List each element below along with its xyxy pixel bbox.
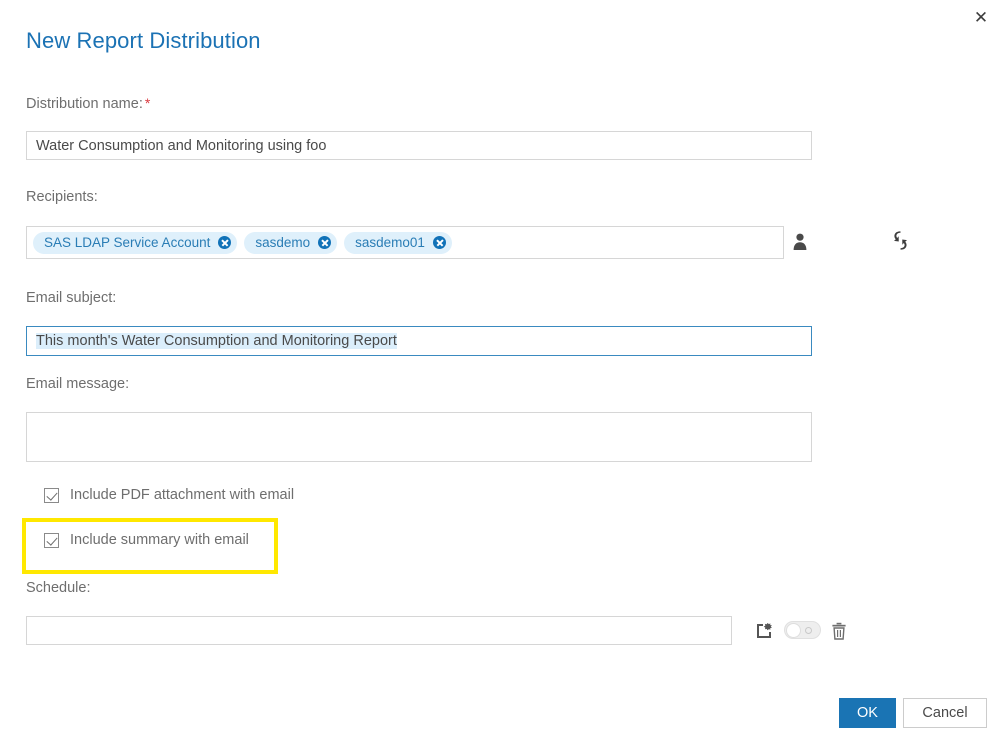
- checkbox-include-pdf-attachment[interactable]: Include PDF attachment with email: [44, 487, 294, 503]
- recipient-chip-label: sasdemo: [255, 235, 311, 250]
- remove-recipient-icon[interactable]: [318, 236, 332, 249]
- new-schedule-icon[interactable]: [753, 620, 775, 642]
- schedule-label: Schedule:: [26, 580, 91, 596]
- email-subject-value: This month's Water Consumption and Monit…: [36, 333, 397, 349]
- new-schedule-icon-glyph: [757, 623, 772, 638]
- email-message-label: Email message:: [26, 376, 130, 392]
- distribution-name-input[interactable]: [26, 131, 812, 160]
- cancel-button[interactable]: Cancel: [903, 698, 987, 728]
- page-title: New Report Distribution: [26, 28, 261, 53]
- schedule-toggle[interactable]: [784, 621, 821, 639]
- ok-button[interactable]: OK: [839, 698, 896, 728]
- trash-icon[interactable]: [829, 620, 849, 642]
- schedule-input[interactable]: [26, 616, 732, 645]
- distribution-name-label: Distribution name: *: [26, 95, 151, 112]
- recipient-chip-label: SAS LDAP Service Account: [44, 235, 211, 250]
- checkbox-label: Include summary with email: [70, 532, 249, 548]
- checkbox-include-summary[interactable]: Include summary with email: [44, 532, 249, 548]
- email-subject-input[interactable]: This month's Water Consumption and Monit…: [26, 326, 812, 356]
- checkbox-icon[interactable]: [44, 487, 59, 503]
- person-icon-glyph: [793, 233, 807, 250]
- checkbox-label: Include PDF attachment with email: [70, 487, 295, 503]
- recipient-chip-label: sasdemo01: [355, 235, 425, 250]
- required-asterisk: *: [144, 95, 151, 111]
- recipients-label: Recipients:: [26, 189, 98, 205]
- remove-recipient-icon[interactable]: [432, 236, 446, 249]
- close-dialog-button[interactable]: ✕: [966, 2, 996, 32]
- person-icon[interactable]: [789, 230, 811, 254]
- close-icon: ✕: [973, 7, 989, 27]
- recipient-chip[interactable]: sasdemo: [244, 231, 338, 254]
- sync-icon[interactable]: [888, 228, 912, 252]
- sync-icon-glyph: [893, 230, 907, 250]
- recipients-field[interactable]: SAS LDAP Service Account sasdemo sasdemo…: [26, 226, 784, 259]
- email-subject-label: Email subject:: [26, 290, 117, 306]
- trash-icon-glyph: [832, 622, 846, 640]
- toggle-knob: [786, 623, 801, 638]
- checkbox-icon[interactable]: [44, 532, 59, 548]
- recipient-chip[interactable]: sasdemo01: [344, 231, 452, 254]
- remove-recipient-icon[interactable]: [218, 236, 232, 249]
- recipient-chip[interactable]: SAS LDAP Service Account: [33, 231, 238, 254]
- toggle-off-indicator-icon: [805, 626, 812, 634]
- email-message-textarea[interactable]: [26, 412, 812, 462]
